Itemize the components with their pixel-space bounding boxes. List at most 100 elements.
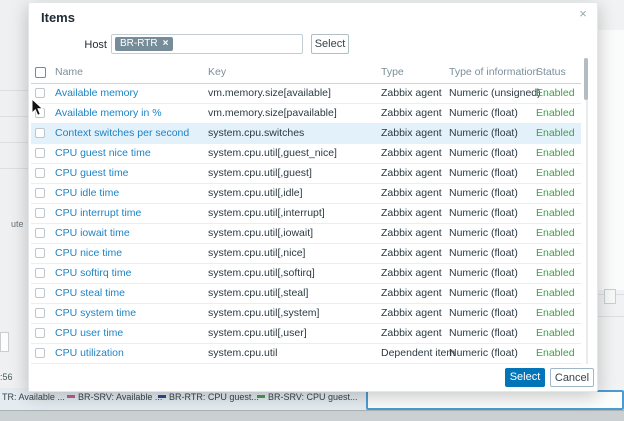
item-type-of-information: Numeric (float): [449, 144, 518, 163]
item-type: Zabbix agent: [381, 204, 442, 223]
table-row[interactable]: CPU nice timesystem.cpu.util[,nice]Zabbi…: [31, 244, 581, 264]
row-checkbox[interactable]: [35, 228, 45, 238]
items-table-body: Available memoryvm.memory.size[available…: [31, 84, 581, 364]
background-partial-checkbox: [604, 289, 616, 304]
item-type: Zabbix agent: [381, 124, 442, 143]
chip-remove-icon[interactable]: ×: [163, 38, 169, 49]
table-scrollbar-track[interactable]: [586, 61, 588, 364]
dialog-cancel-button[interactable]: Cancel: [550, 368, 594, 387]
item-name-link[interactable]: CPU user time: [55, 324, 123, 343]
column-header-status[interactable]: Status: [536, 66, 566, 78]
item-name-link[interactable]: CPU idle time: [55, 184, 119, 203]
item-type-of-information: Numeric (float): [449, 344, 518, 363]
table-scrollbar-thumb[interactable]: [584, 58, 588, 100]
legend-label: BR-SRV: CPU guest...: [268, 392, 358, 402]
graph-legend-item: BR-SRV: CPU guest...: [257, 392, 358, 402]
item-status: Enabled: [536, 124, 575, 143]
graph-legend-item: BR-RTR: CPU guest...: [158, 392, 259, 402]
close-icon[interactable]: ×: [575, 6, 591, 22]
item-type: Dependent item: [381, 344, 455, 363]
column-header-type[interactable]: Type: [381, 66, 404, 78]
graph-legend-item: BR-SRV: Available ...: [67, 392, 162, 402]
graph-legend-item: TR: Available ...: [2, 392, 65, 402]
column-header-info[interactable]: Type of information: [449, 66, 538, 78]
row-checkbox[interactable]: [35, 168, 45, 178]
item-status: Enabled: [536, 324, 575, 343]
item-name-link[interactable]: Available memory in %: [55, 104, 162, 123]
item-status: Enabled: [536, 184, 575, 203]
row-checkbox[interactable]: [35, 188, 45, 198]
item-key: system.cpu.util[,guest_nice]: [208, 144, 337, 163]
item-name-link[interactable]: CPU steal time: [55, 284, 125, 303]
item-key: system.cpu.util[,softirq]: [208, 264, 315, 283]
items-table-header: Name Key Type Type of information Status: [31, 63, 581, 84]
item-name-link[interactable]: CPU softirq time: [55, 264, 131, 283]
item-name-link[interactable]: CPU iowait time: [55, 224, 130, 243]
table-row[interactable]: Available memory in %vm.memory.size[pava…: [31, 104, 581, 124]
table-row[interactable]: CPU iowait timesystem.cpu.util[,iowait]Z…: [31, 224, 581, 244]
row-checkbox[interactable]: [35, 88, 45, 98]
item-name-link[interactable]: CPU nice time: [55, 244, 122, 263]
item-type-of-information: Numeric (float): [449, 224, 518, 243]
row-checkbox[interactable]: [35, 208, 45, 218]
table-row[interactable]: CPU guest timesystem.cpu.util[,guest]Zab…: [31, 164, 581, 184]
item-name-link[interactable]: CPU utilization: [55, 344, 124, 363]
item-name-link[interactable]: Context switches per second: [55, 124, 189, 143]
item-type: Zabbix agent: [381, 84, 442, 103]
focused-field-outline[interactable]: [366, 390, 624, 410]
column-header-name[interactable]: Name: [55, 66, 83, 78]
item-name-link[interactable]: CPU guest time: [55, 164, 129, 183]
item-name-link[interactable]: Available memory: [55, 84, 138, 103]
table-row[interactable]: CPU softirq time system.cpu.util[,softirq…: [31, 264, 581, 284]
row-checkbox[interactable]: [35, 148, 45, 158]
item-key: system.cpu.util[,guest]: [208, 164, 312, 183]
item-status: Enabled: [536, 84, 575, 103]
table-row[interactable]: CPU utilizationsystem.cpu.utilDependent …: [31, 344, 581, 364]
legend-color-dash: [257, 395, 265, 398]
row-checkbox[interactable]: [35, 308, 45, 318]
host-select-button[interactable]: Select: [311, 34, 349, 54]
item-key: system.cpu.util[,iowait]: [208, 224, 313, 243]
host-chip[interactable]: BR-RTR×: [115, 37, 173, 51]
item-status: Enabled: [536, 284, 575, 303]
page-bottom-band: [0, 410, 624, 421]
row-checkbox[interactable]: [35, 248, 45, 258]
item-status: Enabled: [536, 204, 575, 223]
row-checkbox[interactable]: [35, 328, 45, 338]
item-key: system.cpu.util[,interrupt]: [208, 204, 325, 223]
background-row-divider: [0, 168, 28, 169]
legend-label: BR-SRV: Available ...: [78, 392, 162, 402]
column-header-key[interactable]: Key: [208, 66, 226, 78]
table-row[interactable]: CPU interrupt time system.cpu.util[,inter…: [31, 204, 581, 224]
row-checkbox[interactable]: [35, 128, 45, 138]
background-partial-field: [0, 332, 9, 352]
legend-color-dash: [158, 395, 166, 398]
select-all-checkbox[interactable]: [35, 67, 46, 78]
table-row[interactable]: CPU idle timesystem.cpu.util[,idle]Zabbi…: [31, 184, 581, 204]
item-type: Zabbix agent: [381, 304, 442, 323]
item-key: system.cpu.util[,user]: [208, 324, 307, 343]
table-row[interactable]: CPU system timesystem.cpu.util[,system]Z…: [31, 304, 581, 324]
row-checkbox[interactable]: [35, 348, 45, 358]
table-row[interactable]: CPU guest nice time system.cpu.util[,gues…: [31, 144, 581, 164]
item-key: system.cpu.util[,nice]: [208, 244, 305, 263]
item-type: Zabbix agent: [381, 284, 442, 303]
table-row[interactable]: Available memoryvm.memory.size[available…: [31, 84, 581, 104]
row-checkbox[interactable]: [35, 268, 45, 278]
table-row[interactable]: CPU steal timesystem.cpu.util[,steal]Zab…: [31, 284, 581, 304]
table-row[interactable]: CPU user time system.cpu.util[,user] Zabbi…: [31, 324, 581, 344]
dialog-select-button[interactable]: Select: [505, 368, 545, 387]
item-type-of-information: Numeric (float): [449, 304, 518, 323]
table-row[interactable]: Context switches per secondsystem.cpu.sw…: [31, 124, 581, 144]
item-name-link[interactable]: CPU guest nice time: [55, 144, 151, 163]
host-multiselect-input[interactable]: BR-RTR×: [111, 34, 303, 54]
item-type-of-information: Numeric (float): [449, 164, 518, 183]
item-status: Enabled: [536, 304, 575, 323]
item-type: Zabbix agent: [381, 184, 442, 203]
item-name-link[interactable]: CPU interrupt time: [55, 204, 141, 223]
item-status: Enabled: [536, 224, 575, 243]
item-type: Zabbix agent: [381, 324, 442, 343]
item-name-link[interactable]: CPU system time: [55, 304, 136, 323]
item-type-of-information: Numeric (float): [449, 264, 518, 283]
row-checkbox[interactable]: [35, 288, 45, 298]
